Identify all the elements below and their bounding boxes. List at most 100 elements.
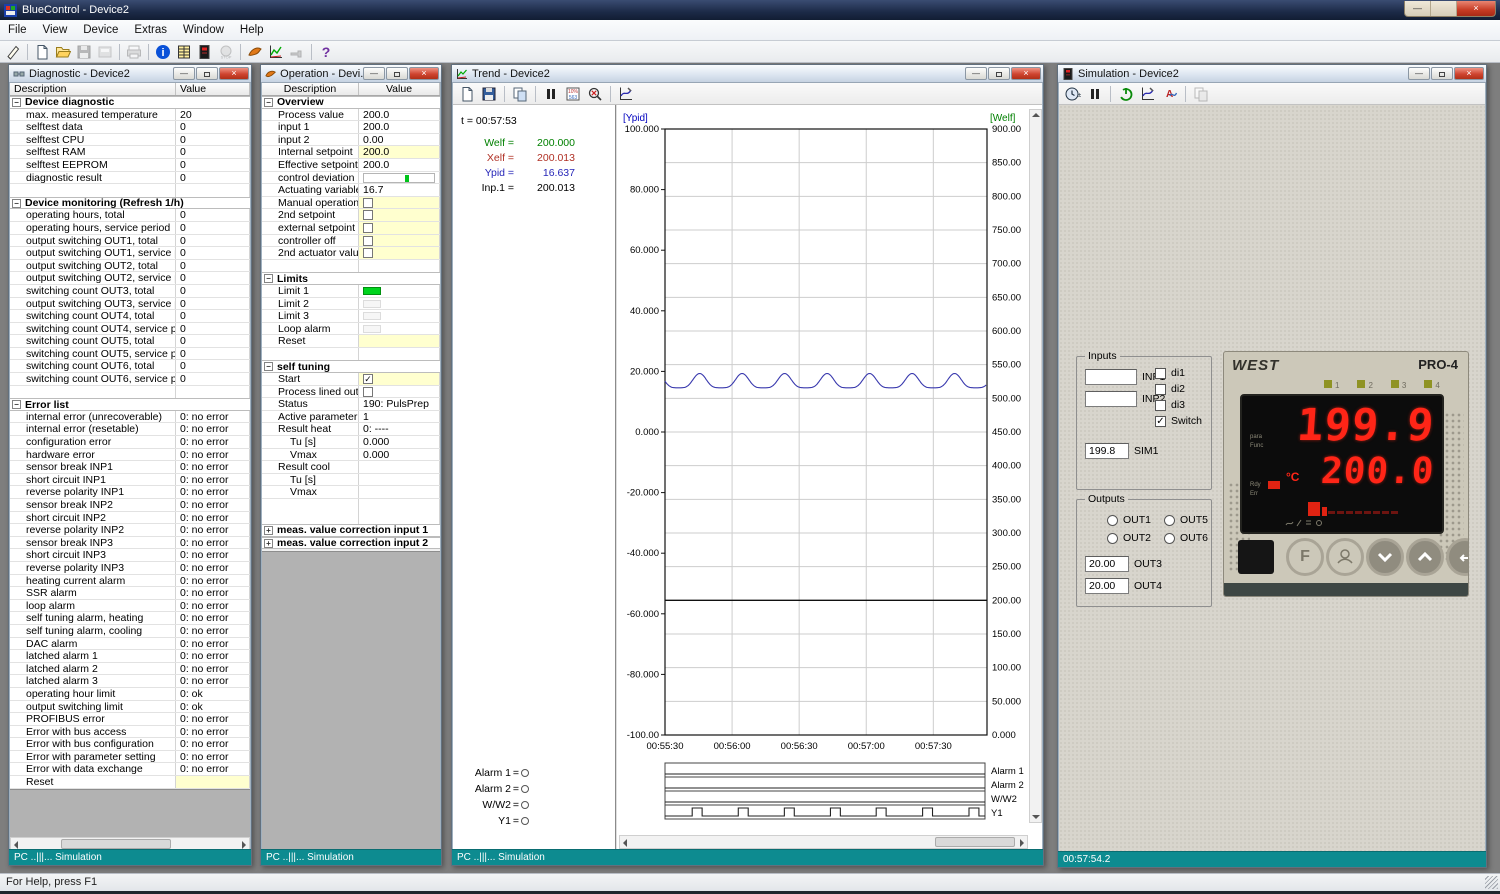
- table-row[interactable]: Error with bus access0: no error: [10, 726, 250, 739]
- table-row[interactable]: sensor break INP10: no error: [10, 461, 250, 474]
- table-row[interactable]: latched alarm 10: no error: [10, 650, 250, 663]
- table-row[interactable]: operating hours, service period0: [10, 222, 250, 235]
- section-header[interactable]: −Device diagnostic: [10, 96, 250, 109]
- checkbox-unchecked[interactable]: [363, 236, 373, 246]
- table-row[interactable]: latched alarm 20: no error: [10, 663, 250, 676]
- trend-pause-icon[interactable]: [541, 84, 561, 103]
- table-row[interactable]: Active parameter set1: [262, 411, 440, 424]
- collapse-icon[interactable]: −: [264, 362, 273, 371]
- section-header[interactable]: −Error list: [10, 398, 250, 411]
- simulation-close-button[interactable]: ×: [1454, 67, 1484, 80]
- table-row[interactable]: sensor break INP20: no error: [10, 499, 250, 512]
- column-header[interactable]: Value: [176, 83, 250, 95]
- checkbox-di2[interactable]: [1155, 384, 1166, 395]
- table-row[interactable]: Error with data exchange0: no error: [10, 763, 250, 776]
- operation-hand-icon[interactable]: [245, 42, 265, 61]
- table-row[interactable]: self tuning alarm, heating0: no error: [10, 612, 250, 625]
- table-row[interactable]: diagnostic result0: [10, 172, 250, 185]
- row-value[interactable]: [176, 776, 250, 788]
- operation-minimize-button[interactable]: —: [363, 67, 385, 80]
- radio-out1[interactable]: [1107, 515, 1118, 526]
- table-row[interactable]: loop alarm0: no error: [10, 600, 250, 613]
- help-icon[interactable]: ?: [316, 42, 336, 61]
- table-row[interactable]: switching count OUT3, total0: [10, 285, 250, 298]
- table-row[interactable]: heating current alarm0: no error: [10, 575, 250, 588]
- table-row[interactable]: Result cool: [262, 461, 440, 474]
- section-header[interactable]: −Overview: [262, 96, 440, 109]
- checkbox-switch[interactable]: ✓: [1155, 416, 1166, 427]
- operation-titlebar[interactable]: Operation - Devi... — ×: [261, 65, 441, 83]
- trend-curve-setup-icon[interactable]: [616, 84, 636, 103]
- save-as-icon[interactable]: [95, 42, 115, 61]
- trend-new-icon[interactable]: [457, 84, 477, 103]
- collapse-icon[interactable]: −: [12, 400, 21, 409]
- trend-restore-button[interactable]: [988, 67, 1010, 80]
- table-row[interactable]: reverse polarity INP20: no error: [10, 524, 250, 537]
- info-icon[interactable]: i: [153, 42, 173, 61]
- inp2-field[interactable]: [1085, 391, 1137, 407]
- section-header[interactable]: −Limits: [262, 272, 440, 285]
- out3-field[interactable]: 20.00: [1085, 556, 1129, 572]
- diagnostic-titlebar[interactable]: Diagnostic - Device2 — ×: [9, 65, 251, 83]
- trend-zoom-reset-icon[interactable]: [585, 84, 605, 103]
- diagnostic-restore-button[interactable]: [196, 67, 218, 80]
- row-value[interactable]: ✓: [359, 373, 440, 385]
- table-row[interactable]: Reset: [10, 776, 250, 789]
- table-row[interactable]: short circuit INP30: no error: [10, 549, 250, 562]
- table-row[interactable]: max. measured temperature20: [10, 109, 250, 122]
- table-row[interactable]: sensor break INP30: no error: [10, 537, 250, 550]
- trend-close-button[interactable]: ×: [1011, 67, 1041, 80]
- sim-clock-icon[interactable]: ±: [1063, 84, 1083, 103]
- table-row[interactable]: self tuning alarm, cooling0: no error: [10, 625, 250, 638]
- table-row[interactable]: Error with parameter setting0: no error: [10, 751, 250, 764]
- sim-signal-icon[interactable]: A: [1160, 84, 1180, 103]
- table-row[interactable]: hardware error0: no error: [10, 449, 250, 462]
- operation-close-button[interactable]: ×: [409, 67, 439, 80]
- main-titlebar[interactable]: BlueControl - Device2 — ×: [0, 0, 1500, 20]
- close-button[interactable]: ×: [1457, 1, 1495, 16]
- table-row[interactable]: 2nd setpoint: [262, 209, 440, 222]
- section-header[interactable]: +meas. value correction input 2: [262, 537, 440, 550]
- table-row[interactable]: selftest RAM0: [10, 146, 250, 159]
- table-row[interactable]: Tu [s]0.000: [262, 436, 440, 449]
- trend-copy-icon[interactable]: [510, 84, 530, 103]
- simulation-restore-button[interactable]: [1431, 67, 1453, 80]
- row-value[interactable]: [359, 222, 440, 234]
- open-file-icon[interactable]: [53, 42, 73, 61]
- table-row[interactable]: control deviation: [262, 172, 440, 185]
- column-header[interactable]: Description: [10, 83, 176, 95]
- expand-icon[interactable]: +: [264, 539, 273, 548]
- table-row[interactable]: Manual operation: [262, 197, 440, 210]
- table-row[interactable]: Limit 1: [262, 285, 440, 298]
- menu-window[interactable]: Window: [175, 22, 232, 38]
- checkbox-unchecked[interactable]: [363, 198, 373, 208]
- operation-restore-button[interactable]: [386, 67, 408, 80]
- table-row[interactable]: switching count OUT4, service period0: [10, 323, 250, 336]
- maximize-button[interactable]: [1431, 1, 1457, 16]
- save-icon[interactable]: [74, 42, 94, 61]
- table-row[interactable]: Effective setpoint200.0: [262, 159, 440, 172]
- table-row[interactable]: short circuit INP10: no error: [10, 474, 250, 487]
- wizard-icon[interactable]: [3, 42, 23, 61]
- checkbox-unchecked[interactable]: [363, 248, 373, 258]
- parameter-grid-icon[interactable]: [174, 42, 194, 61]
- table-row[interactable]: Limit 2: [262, 298, 440, 311]
- table-row[interactable]: latched alarm 30: no error: [10, 675, 250, 688]
- table-row[interactable]: reverse polarity INP30: no error: [10, 562, 250, 575]
- print-icon[interactable]: [124, 42, 144, 61]
- row-value[interactable]: [359, 386, 440, 398]
- checkbox-unchecked[interactable]: [363, 210, 373, 220]
- checkbox-unchecked[interactable]: [363, 387, 373, 397]
- minimize-button[interactable]: —: [1405, 1, 1431, 16]
- menu-extras[interactable]: Extras: [126, 22, 175, 38]
- table-row[interactable]: reverse polarity INP10: no error: [10, 486, 250, 499]
- simulation-titlebar[interactable]: Simulation - Device2 — ×: [1058, 65, 1486, 83]
- enter-button[interactable]: [1446, 538, 1469, 576]
- table-row[interactable]: Tu [s]: [262, 474, 440, 487]
- table-row[interactable]: switching count OUT5, service period0: [10, 348, 250, 361]
- trend-minimize-button[interactable]: —: [965, 67, 987, 80]
- collapse-icon[interactable]: −: [12, 98, 21, 107]
- trend-hscrollbar[interactable]: [619, 835, 1028, 849]
- table-row[interactable]: Vmax0.000: [262, 449, 440, 462]
- table-row[interactable]: configuration error0: no error: [10, 436, 250, 449]
